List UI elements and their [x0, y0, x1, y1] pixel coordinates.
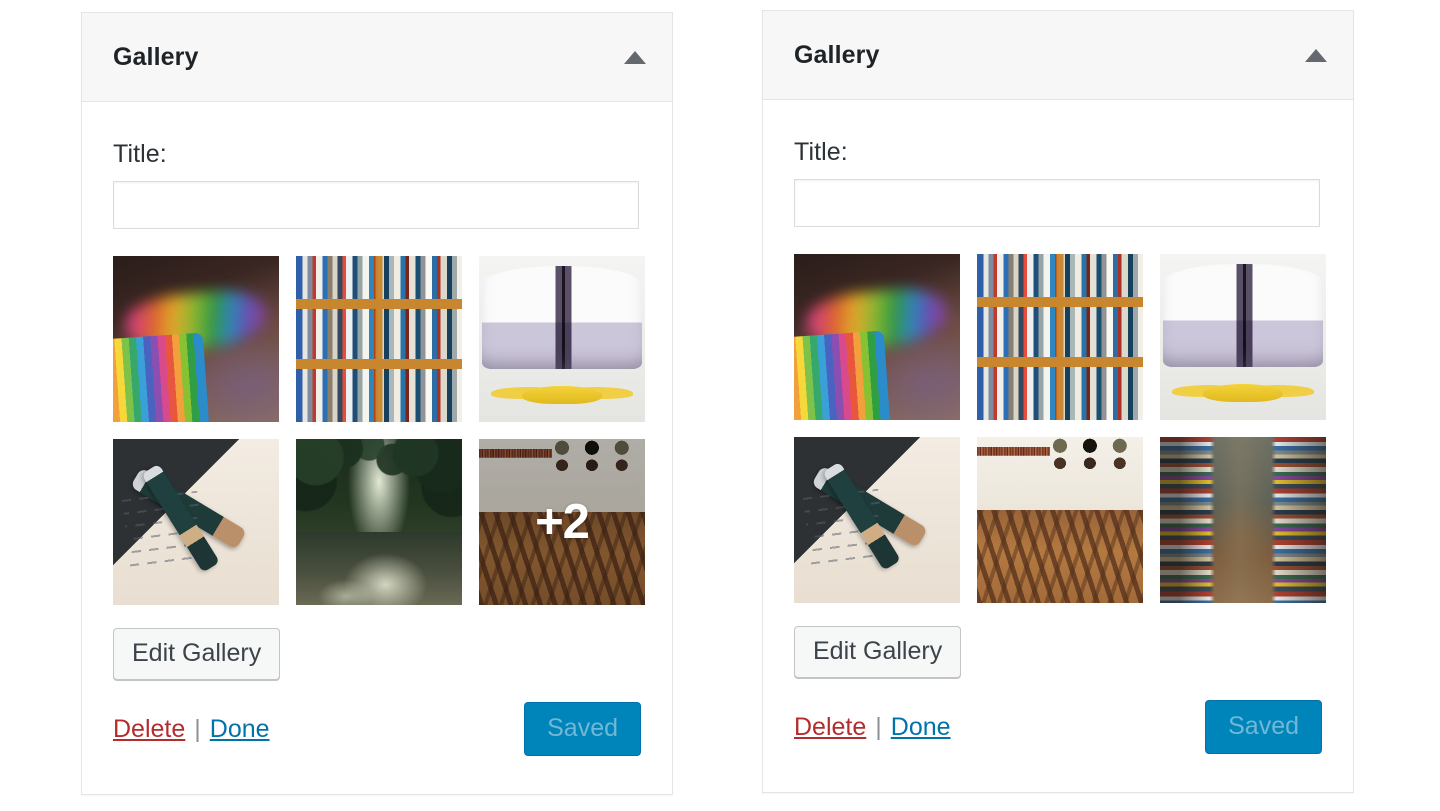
- widget-actions-left: Delete | Done Saved: [113, 702, 641, 756]
- save-button[interactable]: Saved: [524, 702, 641, 756]
- save-button[interactable]: Saved: [1205, 700, 1322, 754]
- gallery-thumbnail-colored-pencils[interactable]: [113, 256, 279, 422]
- triangle-up-icon[interactable]: [1305, 48, 1327, 62]
- gallery-thumbnail-fountain-pens[interactable]: [794, 437, 960, 603]
- gallery-thumbnail-bookstore-aisle[interactable]: [1160, 437, 1326, 603]
- widget-actions-right: Delete | Done Saved: [794, 700, 1322, 754]
- bookshelf-image: [977, 254, 1143, 420]
- edit-gallery-button[interactable]: Edit Gallery: [113, 628, 281, 680]
- edit-gallery-button[interactable]: Edit Gallery: [794, 626, 962, 678]
- gallery-widget-right: Gallery Title: Edit Gallery Delete | Don…: [762, 10, 1354, 793]
- done-link[interactable]: Done: [891, 713, 951, 742]
- widget-links-right: Delete | Done: [794, 713, 951, 742]
- bookshelf-image: [296, 256, 462, 422]
- gallery-thumbnail-open-book[interactable]: [479, 256, 645, 422]
- widget-body-right: Title: Edit Gallery Delete | Done Saved: [763, 100, 1353, 754]
- gallery-widget-left: Gallery Title: +2 Edit Gallery Delete | …: [81, 12, 673, 795]
- widget-header-left[interactable]: Gallery: [82, 13, 672, 102]
- colored-pencils-image: [794, 254, 960, 420]
- title-label: Title:: [113, 140, 167, 168]
- gallery-thumbnail-grid-left: +2: [113, 256, 645, 605]
- fountain-pens-image: [113, 439, 279, 605]
- fountain-pens-image: [794, 437, 960, 603]
- gallery-thumbnail-library-reading-room[interactable]: [977, 437, 1143, 603]
- gallery-thumbnail-bookshelf[interactable]: [977, 254, 1143, 420]
- title-input[interactable]: [794, 179, 1320, 227]
- handwriting-detail: [803, 489, 888, 571]
- delete-link[interactable]: Delete: [794, 713, 866, 742]
- library-reading-room-image: [977, 437, 1143, 603]
- gallery-thumbnail-forest-path[interactable]: [296, 439, 462, 605]
- gallery-thumbnail-fountain-pens[interactable]: [113, 439, 279, 605]
- widget-links-left: Delete | Done: [113, 715, 270, 744]
- page-title: Gallery: [794, 40, 880, 69]
- triangle-up-icon[interactable]: [624, 50, 646, 64]
- forest-path-image: [296, 439, 462, 605]
- screen: Gallery Title: +2 Edit Gallery Delete | …: [0, 0, 1440, 811]
- delete-link[interactable]: Delete: [113, 715, 185, 744]
- widget-header-right[interactable]: Gallery: [763, 11, 1353, 100]
- open-book-image: [1160, 254, 1326, 420]
- edit-gallery-row-right: Edit Gallery: [794, 626, 1322, 678]
- title-input[interactable]: [113, 181, 639, 229]
- gallery-thumbnail-bookshelf[interactable]: [296, 256, 462, 422]
- link-separator: |: [875, 712, 882, 741]
- gallery-thumbnail-library-reading-room[interactable]: +2: [479, 439, 645, 605]
- done-link[interactable]: Done: [210, 715, 270, 744]
- bookstore-aisle-image: [1160, 437, 1326, 603]
- title-label: Title:: [794, 138, 848, 166]
- page-title: Gallery: [113, 42, 199, 71]
- link-separator: |: [194, 714, 201, 743]
- edit-gallery-row-left: Edit Gallery: [113, 628, 641, 680]
- more-items-badge[interactable]: +2: [479, 439, 645, 605]
- widget-body-left: Title: +2 Edit Gallery Delete | Done Sav…: [82, 102, 672, 756]
- open-book-image: [479, 256, 645, 422]
- gallery-thumbnail-colored-pencils[interactable]: [794, 254, 960, 420]
- colored-pencils-image: [113, 256, 279, 422]
- gallery-thumbnail-grid-right: [794, 254, 1326, 603]
- gallery-thumbnail-open-book[interactable]: [1160, 254, 1326, 420]
- handwriting-detail: [122, 491, 207, 573]
